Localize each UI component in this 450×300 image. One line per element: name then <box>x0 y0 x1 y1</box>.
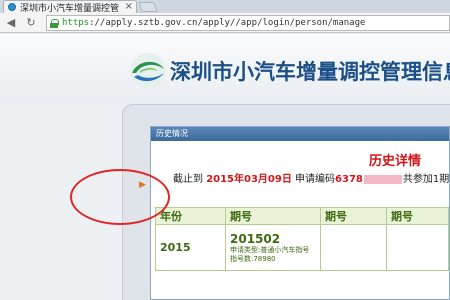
dialog-title: 历史情况 <box>151 127 449 141</box>
history-table: 年份 期号 期号 期号 2015 201502 申请类型:普通小汽车指号 指号数… <box>155 207 449 271</box>
site-header: 深圳市小汽车增量调控管理信息系 <box>0 34 450 104</box>
table-header-row: 年份 期号 期号 期号 <box>155 207 449 225</box>
period-number: 201502 <box>230 231 281 246</box>
browser-tab[interactable]: 深圳市小汽车增量调控管 × <box>3 0 137 14</box>
tab-title: 深圳市小汽车增量调控管 <box>20 3 120 14</box>
cell-year: 2015 <box>155 224 226 271</box>
application-code: 6378 <box>335 174 363 185</box>
index-number: 指号数:78980 <box>230 254 276 263</box>
tab-close-icon[interactable]: × <box>125 1 133 13</box>
site-logo-icon <box>130 53 166 89</box>
header-period-1: 期号 <box>225 207 321 225</box>
highlight-circle <box>70 169 170 225</box>
cell-empty <box>320 224 387 271</box>
page-content: 深圳市小汽车增量调控管理信息系 ▶ 历史情况 历史详情 截止到 2015年03月… <box>0 34 450 300</box>
browser-tabstrip: 深圳市小汽车增量调控管 × <box>0 0 450 14</box>
lock-icon <box>50 18 59 28</box>
header-period-2: 期号 <box>320 207 387 225</box>
url-text: https://apply.sztb.gov.cn/apply//app/log… <box>62 18 366 28</box>
address-bar[interactable]: https://apply.sztb.gov.cn/apply//app/log… <box>46 15 450 31</box>
summary-line: 截止到 2015年03月09日 申请编码6378 共参加1期 <box>173 174 450 185</box>
header-year: 年份 <box>155 207 226 225</box>
redacted-block <box>363 174 402 184</box>
browser-toolbar: ◀ ↻ https://apply.sztb.gov.cn/apply//app… <box>0 13 450 33</box>
table-row: 2015 201502 申请类型:普通小汽车指号 指号数:78980 <box>155 224 449 271</box>
header-period-3: 期号 <box>386 207 449 225</box>
detail-heading: 历史详情 <box>369 154 422 169</box>
apply-type: 申请类型:普通小汽车指号 <box>230 245 310 254</box>
cell-period: 201502 申请类型:普通小汽车指号 指号数:78980 <box>225 224 321 271</box>
reload-icon[interactable]: ↻ <box>24 16 38 30</box>
site-favicon-icon <box>8 3 16 11</box>
cell-empty <box>386 224 449 271</box>
site-title: 深圳市小汽车增量调控管理信息系 <box>170 60 450 84</box>
new-tab-button[interactable] <box>138 2 158 12</box>
participation-count: 共参加1期 <box>402 174 450 185</box>
back-arrow-icon[interactable]: ◀ <box>4 16 18 30</box>
history-dialog: 历史情况 历史详情 截止到 2015年03月09日 申请编码6378 共参加1期 … <box>150 126 450 300</box>
cutoff-date: 2015年03月09日 <box>206 174 292 185</box>
